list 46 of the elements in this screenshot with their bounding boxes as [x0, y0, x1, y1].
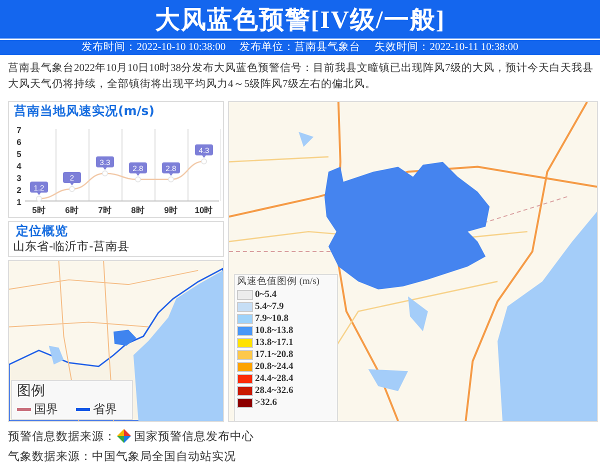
meta-text: 发布单位：莒南县气象台: [240, 40, 361, 55]
source-name: 中国气象局全国自动站实况: [92, 448, 236, 464]
source-label: 预警信息数据来源：: [8, 428, 116, 444]
x-axis-label: 7时: [98, 205, 112, 215]
location-title: 定位概览: [14, 223, 69, 239]
legend-label: 17.1~20.8: [255, 349, 294, 361]
legend-label: 24.4~28.4: [255, 373, 294, 385]
legend-label: 5.4~7.9: [255, 301, 284, 313]
legend-title: 风速色值图例 (m/s): [237, 275, 320, 289]
data-point: [36, 196, 42, 202]
x-axis-label: 10时: [194, 205, 214, 215]
meta-text: 发布时间：2022-10-10 10:38:00: [82, 40, 226, 55]
data-point: [168, 176, 174, 182]
x-axis-label: 8时: [131, 205, 145, 215]
data-point: [69, 186, 75, 192]
y-tick-label: 1: [16, 197, 22, 207]
legend-title: 图例: [17, 382, 46, 400]
warning-title: 大风蓝色预警[IV级/一般]: [154, 6, 446, 36]
data-point: [135, 176, 141, 182]
y-tick-label: 3: [16, 173, 22, 183]
y-tick-label: 6: [16, 137, 22, 147]
y-tick-label: 7: [16, 125, 22, 135]
data-point: [201, 158, 207, 164]
legend-label: 0~5.4: [255, 289, 277, 301]
source-name: 国家预警信息发布中心: [134, 428, 254, 444]
legend-label: >32.6: [255, 397, 278, 409]
data-point: [102, 170, 108, 176]
legend-label: 28.4~32.6: [255, 385, 294, 397]
y-tick-label: 4: [16, 161, 22, 171]
diamond-logo-icon: [117, 429, 131, 443]
legend-label: 省界: [93, 401, 117, 418]
description-text: 莒南县气象台2022年10月10日10时38分发布大风蓝色预警信号：目前我县文疃镇已出现阵风7级的大风，预计今天白天我县大风天气仍将持续，全部镇街将出现平均风力4～5级阵风7级左右的偏北风。: [7, 61, 594, 92]
legend-label: 10.8~13.8: [255, 325, 294, 337]
legend-label: 国界: [34, 401, 58, 418]
y-tick-label: 2: [16, 185, 22, 195]
region-text: 山东省-临沂市-莒南县: [13, 239, 130, 254]
legend-label: 13.8~17.1: [255, 337, 294, 349]
x-axis-label: 9时: [164, 205, 178, 215]
x-axis-label: 6时: [65, 205, 79, 215]
legend-label: 7.9~10.8: [255, 313, 288, 325]
x-axis-label: 5时: [32, 205, 46, 215]
chart-title: 莒南当地风速实况(m/s): [13, 103, 156, 119]
meta-text: 失效时间：2022-10-11 10:38:00: [374, 40, 518, 55]
source-label: 气象数据来源：: [8, 448, 92, 464]
legend-label: 20.8~24.4: [255, 361, 294, 373]
y-tick-label: 5: [16, 149, 22, 159]
